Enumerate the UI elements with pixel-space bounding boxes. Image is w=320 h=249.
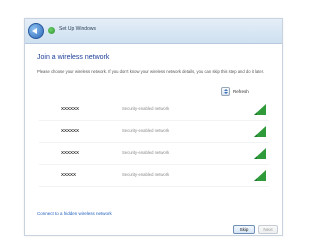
wireless-signal-icon — [254, 170, 266, 181]
network-name: XXXXX — [61, 172, 77, 177]
screen: Set Up Windows Join a wireless network P… — [0, 0, 297, 249]
wireless-signal-icon — [254, 148, 266, 159]
hidden-network-link[interactable]: Connect to a hidden wireless network — [37, 211, 112, 216]
network-row[interactable]: XXXXXX Security-enabled network — [39, 121, 269, 143]
window-title: Set Up Windows — [59, 26, 96, 32]
network-security: Security-enabled network — [122, 172, 170, 177]
wireless-signal-icon — [254, 126, 266, 137]
network-name: XXXXXX — [61, 150, 80, 155]
network-setup-icon — [48, 27, 55, 34]
next-button[interactable]: Next — [258, 225, 278, 234]
refresh-button[interactable]: Refresh — [221, 86, 249, 96]
wireless-signal-icon — [254, 104, 266, 115]
back-arrow-icon[interactable] — [28, 23, 44, 39]
skip-button[interactable]: Skip — [233, 225, 255, 234]
refresh-label: Refresh — [233, 88, 249, 94]
title-bar: Set Up Windows — [25, 19, 282, 44]
network-row[interactable]: XXXXXX Security-enabled network — [39, 99, 269, 121]
network-security: Security-enabled network — [122, 106, 170, 111]
network-security: Security-enabled network — [122, 128, 170, 133]
page-title: Join a wireless network — [37, 54, 110, 61]
network-name: XXXXXX — [61, 106, 80, 111]
refresh-icon — [221, 86, 230, 96]
instructions-text: Please choose your wireless network. If … — [37, 69, 265, 74]
network-row[interactable]: XXXXX Security-enabled network — [39, 165, 269, 187]
network-security: Security-enabled network — [122, 150, 170, 155]
network-name: XXXXXX — [61, 128, 80, 133]
setup-window: Set Up Windows Join a wireless network P… — [24, 18, 283, 236]
network-row[interactable]: XXXXXX Security-enabled network — [39, 143, 269, 165]
network-list: XXXXXX Security-enabled network XXXXXX S… — [39, 99, 269, 187]
